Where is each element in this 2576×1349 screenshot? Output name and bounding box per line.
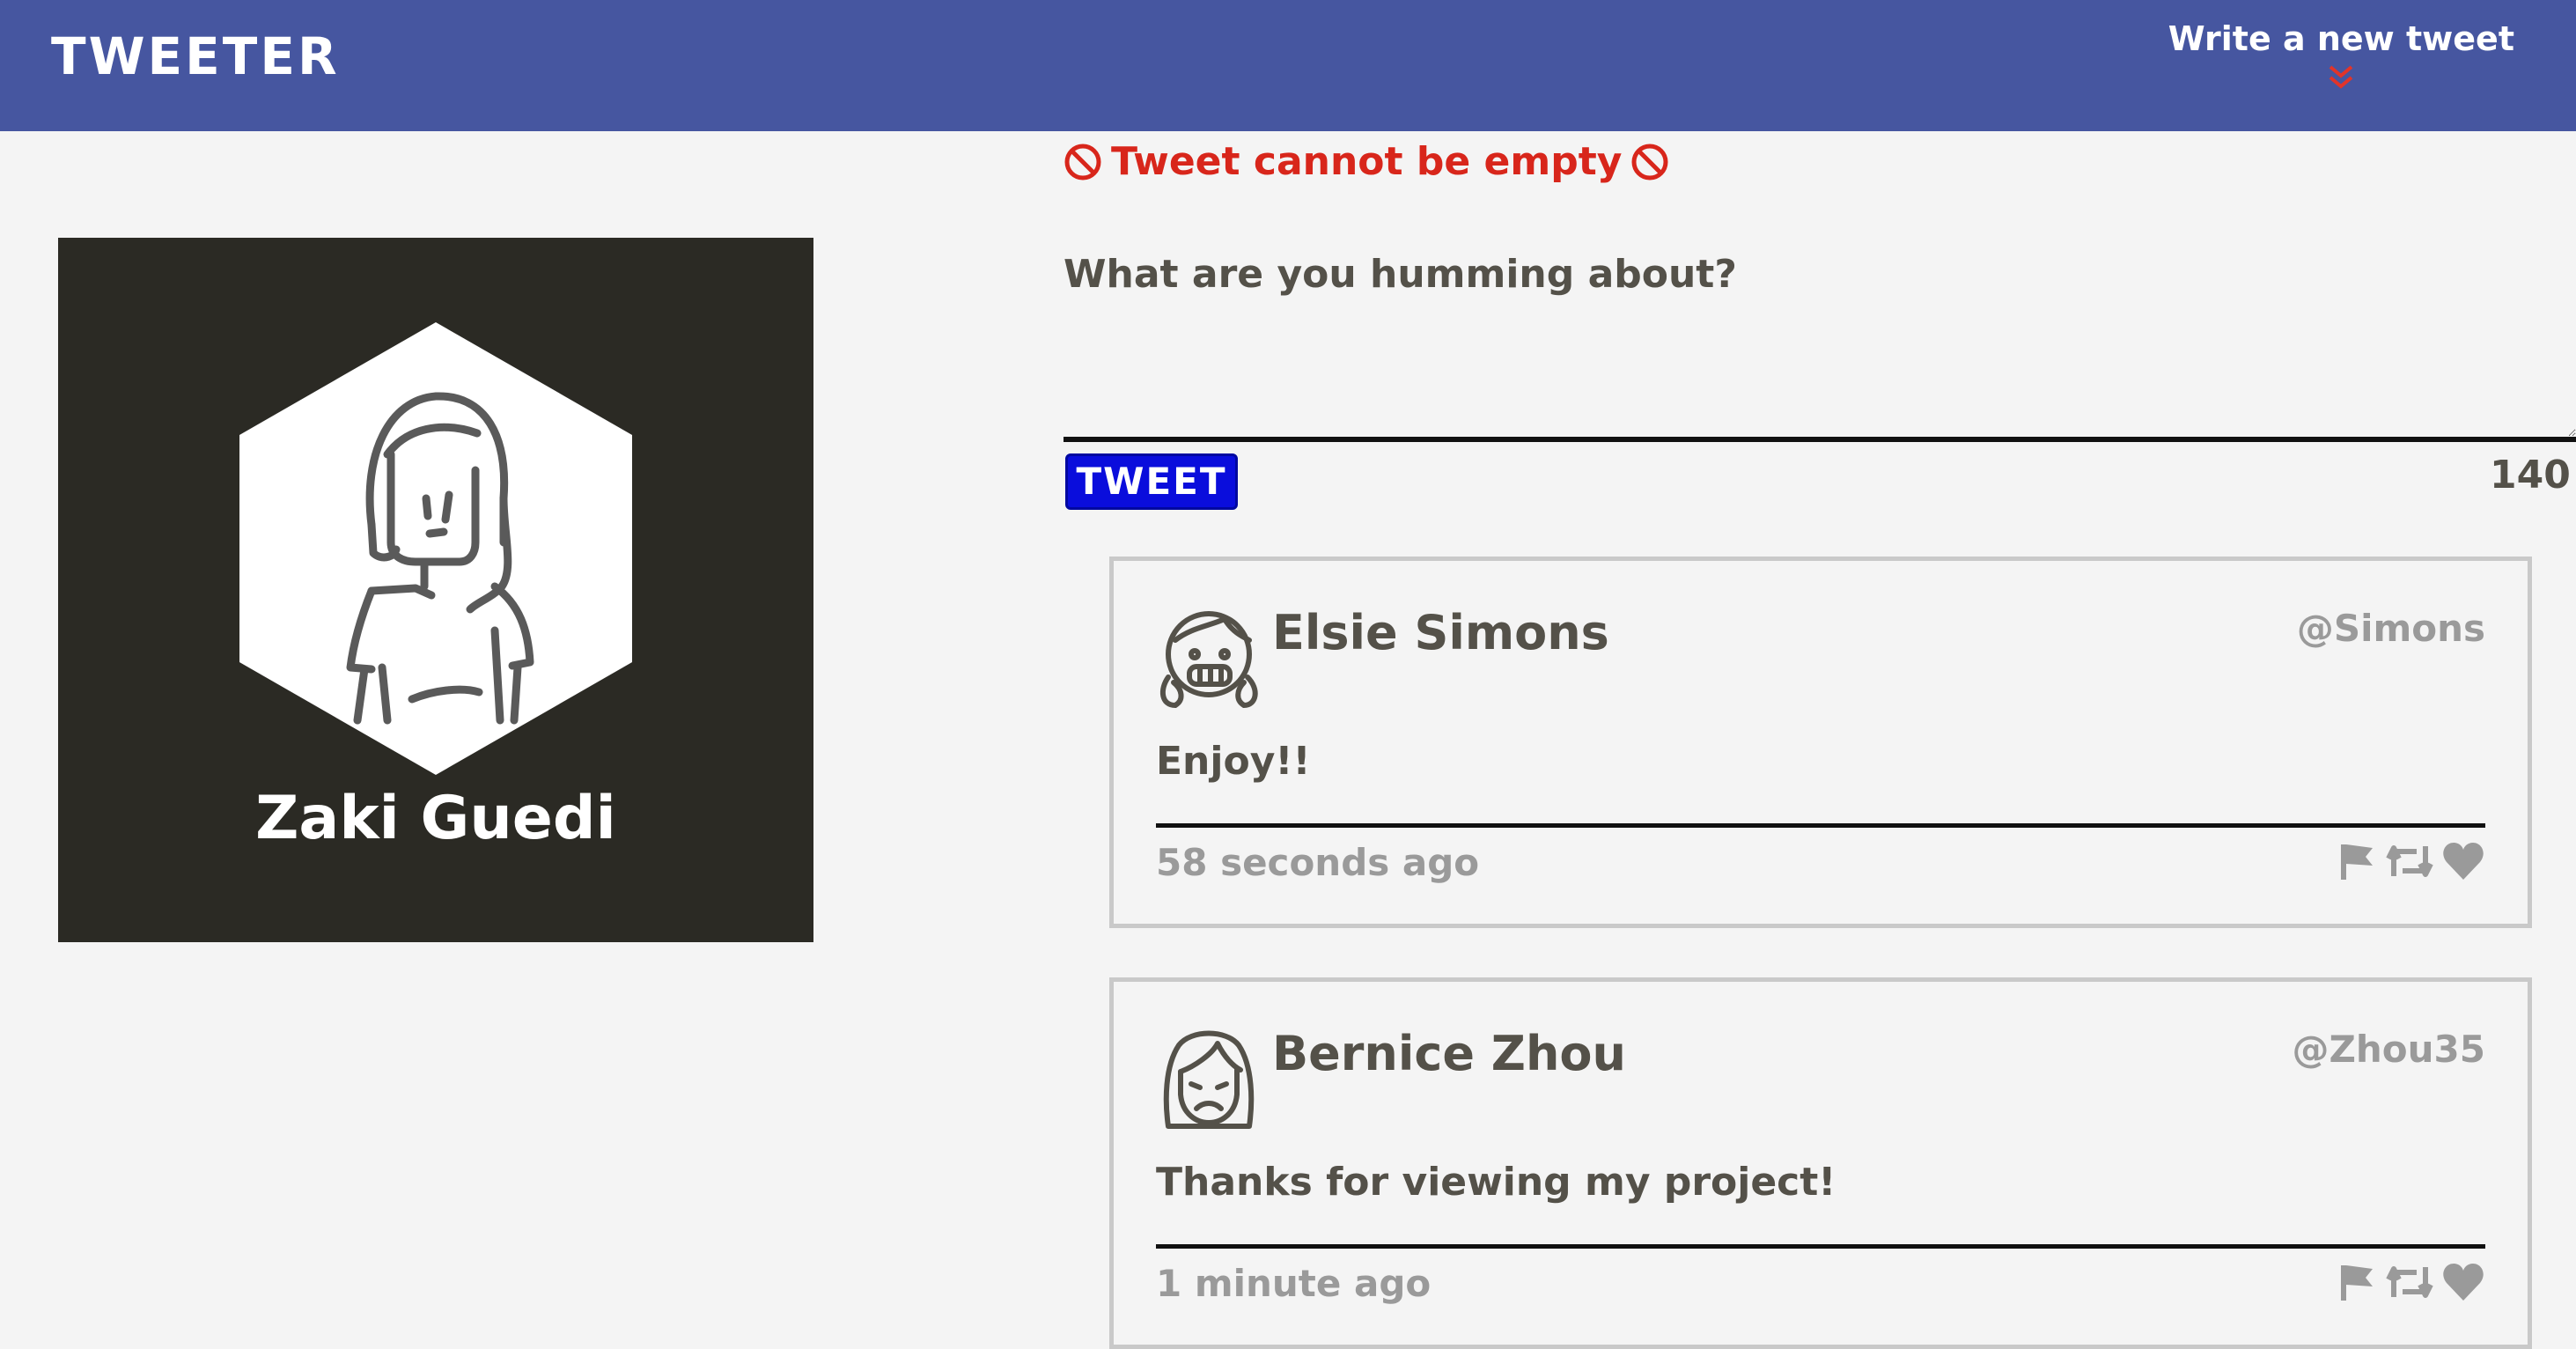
woman-frowning-avatar-icon: [1163, 1030, 1255, 1129]
error-message: Tweet cannot be empty: [1064, 139, 1669, 184]
prohibited-icon: [1631, 144, 1668, 180]
flag-icon[interactable]: [2337, 1262, 2378, 1306]
tweet-textarea[interactable]: [1064, 240, 2576, 442]
tweet-card: Bernice Zhou @Zhou35 Thanks for viewing …: [1109, 977, 2532, 1349]
tweet-actions: [2337, 1262, 2485, 1306]
write-new-tweet-link[interactable]: Write a new tweet: [2168, 19, 2514, 92]
heart-icon[interactable]: [2441, 841, 2485, 885]
top-nav-bar: TWEETER Write a new tweet: [0, 0, 2576, 131]
brand-logo[interactable]: TWEETER: [51, 26, 340, 86]
character-counter: 140: [2490, 453, 2571, 498]
tweet-timestamp: 1 minute ago: [1156, 1262, 1432, 1305]
tweet-author-name[interactable]: Elsie Simons: [1272, 605, 1609, 660]
double-chevron-down-icon: [2329, 65, 2353, 89]
prohibited-icon: [1064, 144, 1101, 180]
tweet-author-handle[interactable]: @Simons: [2297, 607, 2485, 650]
tweet-submit-button[interactable]: TWEET: [1065, 453, 1238, 510]
error-text: Tweet cannot be empty: [1111, 139, 1623, 184]
tweet-card: Elsie Simons @Simons Enjoy!! 58 seconds …: [1109, 557, 2532, 928]
flag-icon[interactable]: [2337, 841, 2378, 885]
heart-icon[interactable]: [2441, 1262, 2485, 1306]
woman-avatar-icon: [239, 322, 632, 775]
retweet-icon[interactable]: [2385, 1262, 2434, 1306]
divider: [1156, 823, 2485, 828]
tweet-actions: [2337, 841, 2485, 885]
tweet-text: Enjoy!!: [1156, 739, 1311, 784]
tweet-text: Thanks for viewing my project!: [1156, 1160, 1836, 1205]
tweet-author-name[interactable]: Bernice Zhou: [1272, 1026, 1626, 1081]
girl-grinning-avatar-icon: [1159, 611, 1258, 709]
tweet-author-handle[interactable]: @Zhou35: [2292, 1028, 2485, 1071]
retweet-icon[interactable]: [2385, 841, 2434, 885]
profile-card: Zaki Guedi: [58, 238, 813, 942]
profile-name: Zaki Guedi: [255, 784, 616, 853]
tweet-timestamp: 58 seconds ago: [1156, 841, 1480, 884]
divider: [1156, 1244, 2485, 1249]
write-new-tweet-label: Write a new tweet: [2168, 19, 2514, 58]
